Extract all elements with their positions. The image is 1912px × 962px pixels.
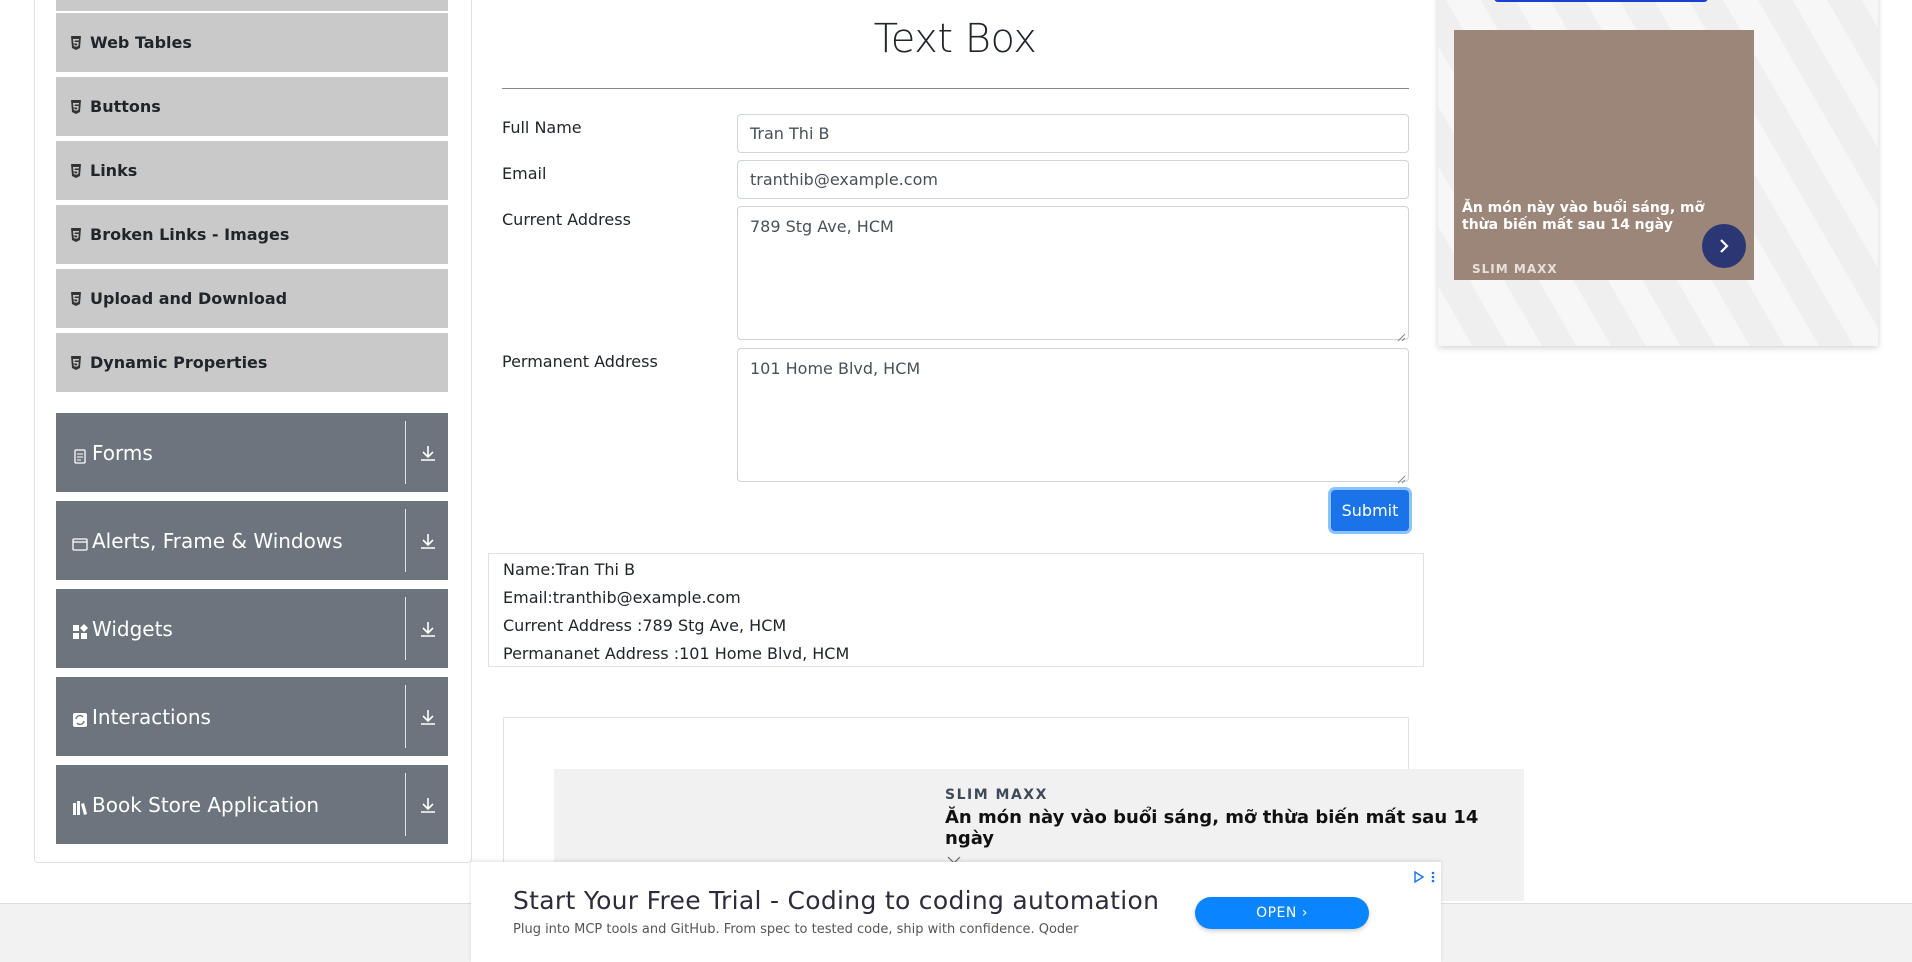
full-name-label: Full Name: [502, 118, 582, 137]
sidebar-item-label: Buttons: [90, 97, 161, 116]
sidebar-item-dynamic-properties[interactable]: Dynamic Properties: [56, 333, 448, 394]
title-divider: [502, 88, 1409, 89]
open-button-label: OPEN: [1256, 905, 1297, 921]
ad-top-button[interactable]: [1494, 0, 1708, 2]
ad-caption[interactable]: Ăn món này vào buổi sáng, mỡ thừa biến m…: [1462, 200, 1712, 234]
sidebar-item-label: Dynamic Properties: [90, 353, 268, 372]
group-label: Alerts, Frame & Windows: [92, 528, 343, 553]
group-alerts-frame-windows[interactable]: Alerts, Frame & Windows: [56, 501, 448, 580]
interactions-icon: [72, 709, 88, 727]
widgets-icon: [72, 621, 88, 639]
permanent-address-label: Permanent Address: [502, 352, 658, 371]
inline-ad-brand: SLIM MAXX: [945, 787, 1048, 803]
adchoices-icon[interactable]: [1413, 868, 1425, 884]
inline-ad-headline[interactable]: Ăn món này vào buổi sáng, mỡ thừa biến m…: [945, 807, 1524, 849]
group-divider: [405, 509, 406, 572]
group-interactions[interactable]: Interactions: [56, 677, 448, 756]
output-permanent-address: Permananet Address :101 Home Blvd, HCM: [503, 644, 850, 663]
download-icon[interactable]: [418, 795, 438, 815]
group-divider: [405, 685, 406, 748]
output-name: Name:Tran Thi B: [503, 560, 636, 579]
page-title: Text Box: [873, 16, 1037, 62]
email-input[interactable]: tranthib@example.com: [737, 160, 1409, 199]
sidebar-item-broken-links[interactable]: Broken Links - Images: [56, 205, 448, 266]
current-address-textarea[interactable]: 789 Stg Ave, HCM: [737, 206, 1409, 342]
permanent-address-textarea[interactable]: 101 Home Blvd, HCM: [737, 348, 1409, 484]
group-book-store[interactable]: Book Store Application: [56, 765, 448, 844]
bottom-ad[interactable]: Start Your Free Trial - Coding to coding…: [471, 862, 1441, 962]
group-widgets[interactable]: Widgets: [56, 589, 448, 668]
right-ad[interactable]: Ăn món này vào buổi sáng, mỡ thừa biến m…: [1438, 0, 1878, 346]
sidebar-item-links[interactable]: Links: [56, 141, 448, 202]
sidebar-item-label: Broken Links - Images: [90, 225, 290, 244]
download-icon[interactable]: [418, 619, 438, 639]
current-address-label: Current Address: [502, 210, 631, 229]
group-label: Book Store Application: [92, 792, 320, 817]
sidebar-item-label: Upload and Download: [90, 289, 288, 308]
current-address-value: 789 Stg Ave, HCM: [750, 217, 894, 236]
output-email: Email:tranthib@example.com: [503, 588, 741, 607]
group-label: Widgets: [92, 616, 173, 641]
output-current-address: Current Address :789 Stg Ave, HCM: [503, 616, 787, 635]
books-icon: [72, 797, 88, 815]
group-divider: [405, 773, 406, 836]
html5-icon: [70, 163, 82, 178]
html5-icon: [70, 291, 82, 306]
resize-handle-icon[interactable]: [1396, 327, 1406, 342]
permanent-address-value: 101 Home Blvd, HCM: [750, 359, 921, 378]
full-name-input[interactable]: Tran Thi B: [737, 114, 1409, 153]
chevron-right-icon: ›: [1301, 905, 1308, 921]
submit-button[interactable]: Submit: [1331, 490, 1409, 531]
sidebar-item-partial[interactable]: [56, 0, 448, 13]
bottom-ad-subtext: Plug into MCP tools and GitHub. From spe…: [513, 922, 1079, 937]
download-icon[interactable]: [418, 707, 438, 727]
download-icon[interactable]: [418, 531, 438, 551]
sidebar-item-label: Links: [90, 161, 138, 180]
email-label: Email: [502, 164, 547, 183]
bottom-ad-headline[interactable]: Start Your Free Trial - Coding to coding…: [513, 886, 1159, 915]
group-label: Interactions: [92, 704, 211, 729]
group-forms[interactable]: Forms: [56, 413, 448, 492]
html5-icon: [70, 99, 82, 114]
html5-icon: [70, 227, 82, 242]
window-icon: [72, 533, 88, 551]
group-divider: [405, 597, 406, 660]
page: Web Tables Buttons Links Broken Links - …: [0, 0, 1912, 962]
sidebar-item-upload-download[interactable]: Upload and Download: [56, 269, 448, 330]
group-label: Forms: [92, 440, 153, 465]
more-options-icon[interactable]: [1431, 868, 1435, 883]
sidebar-item-buttons[interactable]: Buttons: [56, 77, 448, 138]
output-box: Name:Tran Thi B Email:tranthib@example.c…: [488, 553, 1424, 667]
sidebar-item-web-tables[interactable]: Web Tables: [56, 13, 448, 74]
group-divider: [405, 421, 406, 484]
form-icon: [72, 445, 88, 464]
html5-icon: [70, 355, 82, 370]
download-icon[interactable]: [418, 443, 438, 463]
ad-brand: SLIM MAXX: [1472, 262, 1558, 276]
sidebar-item-label: Web Tables: [90, 33, 192, 52]
resize-handle-icon[interactable]: [1396, 469, 1406, 484]
open-button[interactable]: OPEN ›: [1195, 897, 1369, 929]
html5-icon: [70, 35, 82, 50]
chevron-right-icon[interactable]: [1702, 224, 1746, 268]
